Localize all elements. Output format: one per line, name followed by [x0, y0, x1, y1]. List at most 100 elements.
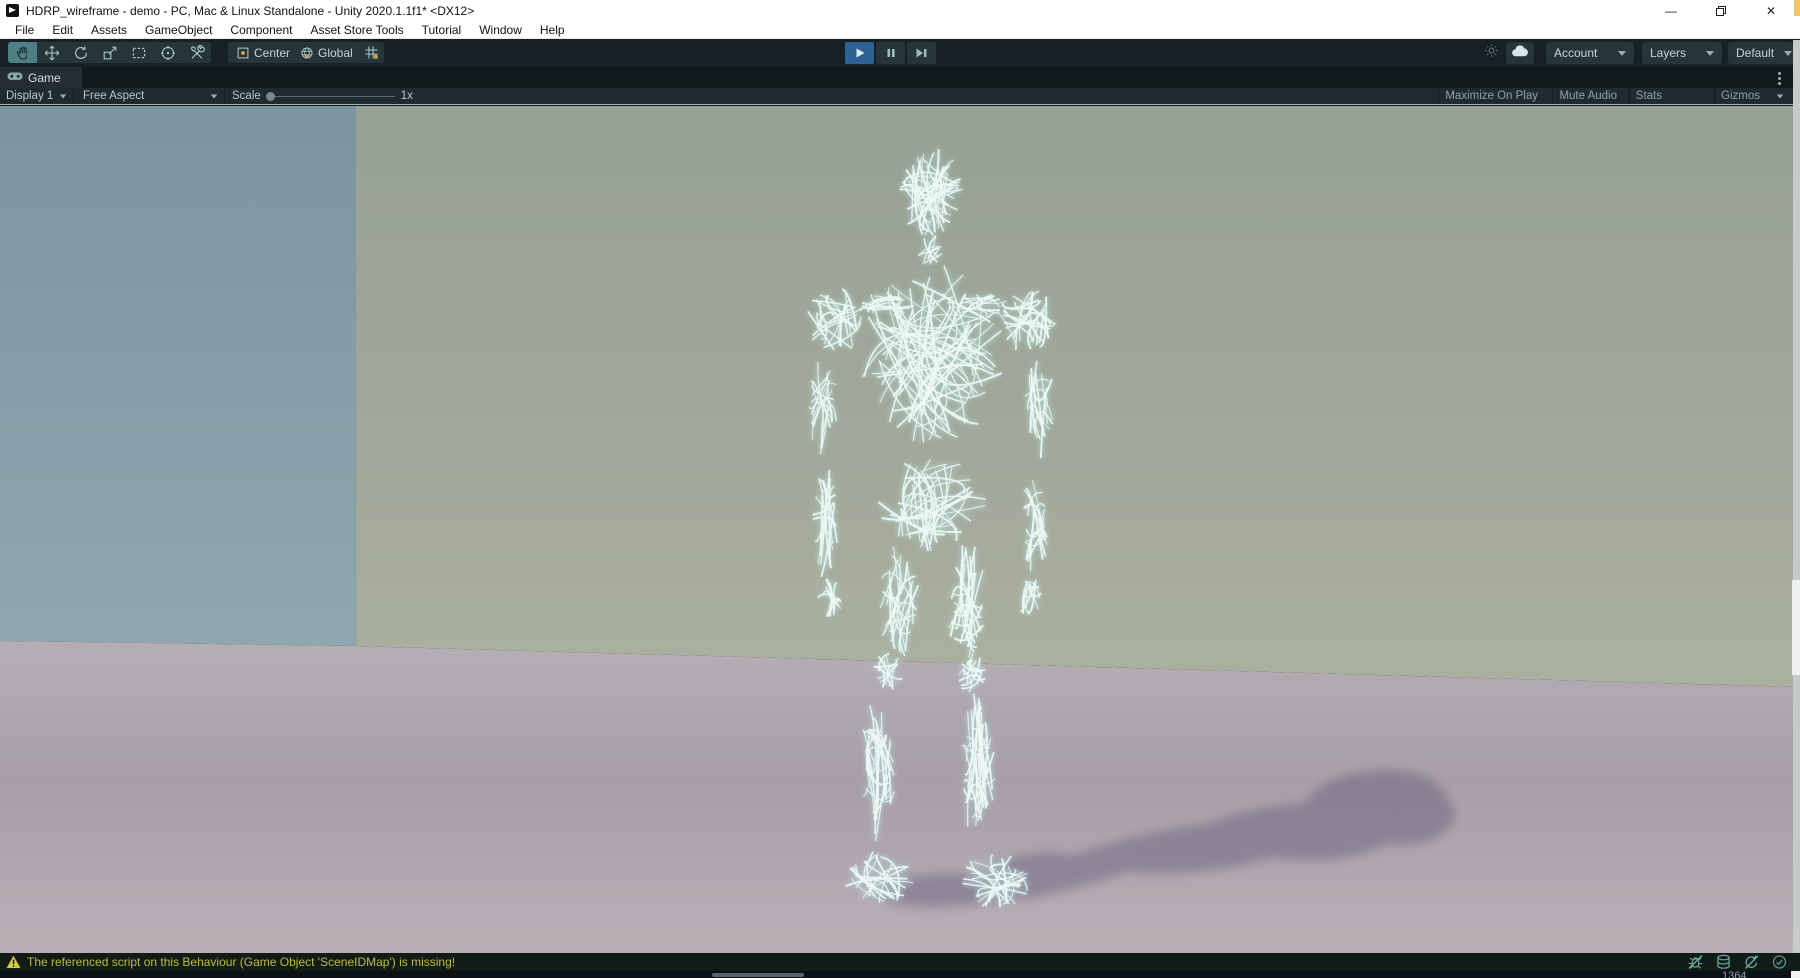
move-tool-icon	[44, 45, 60, 61]
rotation-toggle-button[interactable]: Global	[292, 42, 361, 63]
game-view-toolbar: Display 1 Free Aspect Scale 1x Maximize …	[0, 88, 1800, 105]
scale-control: Scale 1x	[226, 88, 419, 104]
game-tab-label: Game	[28, 71, 61, 85]
move-tool-button[interactable]	[37, 42, 66, 63]
back-wall	[356, 106, 1800, 687]
menu-item-edit[interactable]: Edit	[43, 21, 82, 39]
tab-game[interactable]: Game	[0, 67, 82, 88]
status-bar[interactable]: The referenced script on this Behaviour …	[0, 953, 1800, 971]
display-label: Display 1	[6, 90, 53, 102]
menu-item-window[interactable]: Window	[470, 21, 531, 39]
vertical-scrollbar-thumb[interactable]	[1792, 580, 1800, 675]
account-dropdown[interactable]: Account	[1546, 42, 1634, 64]
warning-icon	[6, 955, 21, 969]
sun-icon[interactable]	[1478, 42, 1504, 64]
pause-icon	[885, 47, 897, 59]
custom-tool-icon	[189, 45, 205, 61]
rotate-tool-button[interactable]	[66, 42, 95, 63]
display-dropdown[interactable]: Display 1	[0, 88, 74, 104]
mute-audio-toggle[interactable]: Mute Audio	[1552, 88, 1623, 104]
scrollbar-corner	[1791, 971, 1800, 978]
aspect-label: Free Aspect	[83, 90, 144, 102]
custom-tool-button[interactable]	[182, 42, 211, 63]
rect-tool-icon	[131, 45, 147, 61]
step-button[interactable]	[907, 42, 936, 64]
scale-value: 1x	[401, 90, 413, 102]
grid-snap-icon	[364, 45, 379, 60]
menu-item-gameobject[interactable]: GameObject	[136, 21, 221, 39]
play-icon	[854, 47, 866, 59]
mute-label: Mute Audio	[1559, 90, 1617, 102]
scale-slider-knob[interactable]	[266, 92, 275, 101]
game-scene	[0, 106, 1800, 953]
floor	[0, 641, 1800, 953]
refresh-disabled-icon[interactable]	[1743, 954, 1760, 970]
menu-item-tutorial[interactable]: Tutorial	[413, 21, 471, 39]
maximize-on-play-toggle[interactable]: Maximize On Play	[1438, 88, 1544, 104]
title-bar: HDRP_wireframe - demo - PC, Mac & Linux …	[0, 0, 1800, 21]
gamepad-icon	[7, 70, 23, 85]
center-pivot-icon	[236, 46, 250, 60]
left-wall	[0, 106, 356, 646]
rotation-label: Global	[318, 46, 353, 60]
global-axis-icon	[300, 46, 314, 60]
bug-disabled-icon[interactable]	[1687, 954, 1704, 970]
window-title: HDRP_wireframe - demo - PC, Mac & Linux …	[26, 4, 474, 18]
close-icon[interactable]: ✕	[1760, 0, 1782, 21]
menu-item-help[interactable]: Help	[531, 21, 574, 39]
bottom-strip: 1364	[0, 971, 1800, 978]
game-viewport[interactable]	[0, 106, 1800, 953]
layout-dropdown[interactable]: Default	[1728, 42, 1794, 64]
console-warning-text: The referenced script on this Behaviour …	[27, 955, 455, 969]
chevron-down-icon	[1618, 51, 1626, 56]
rect-tool-button[interactable]	[124, 42, 153, 63]
kebab-menu-icon[interactable]	[1772, 70, 1786, 86]
chevron-down-icon	[1706, 51, 1714, 56]
chevron-down-icon	[1777, 94, 1783, 98]
cache-server-icon[interactable]	[1715, 954, 1732, 970]
gizmos-label: Gizmos	[1721, 90, 1760, 102]
play-button[interactable]	[845, 42, 874, 64]
menu-item-file[interactable]: File	[6, 21, 43, 39]
layers-dropdown[interactable]: Layers	[1642, 42, 1722, 64]
pause-button[interactable]	[876, 42, 905, 64]
cloud-services-button[interactable]	[1506, 42, 1534, 64]
playmode-controls	[845, 42, 936, 64]
unity-logo-icon	[6, 4, 19, 17]
menu-item-component[interactable]: Component	[221, 21, 301, 39]
tab-row: Game	[0, 67, 1800, 88]
hand-tool-button[interactable]	[8, 42, 37, 63]
horizontal-scrollbar-thumb[interactable]	[712, 973, 804, 977]
main-toolbar: Center Global Account Layers Default	[0, 39, 1800, 67]
minimize-icon[interactable]: —	[1660, 0, 1682, 21]
gizmos-dropdown[interactable]: Gizmos	[1714, 88, 1790, 104]
step-icon	[915, 47, 928, 59]
chevron-down-icon	[211, 94, 217, 98]
maximize-label: Maximize On Play	[1445, 90, 1538, 102]
scale-slider[interactable]	[267, 96, 395, 97]
chevron-down-icon	[1784, 51, 1792, 56]
corner-sliver	[1794, 0, 1800, 16]
grid-snap-button[interactable]	[358, 42, 384, 63]
scale-tool-button[interactable]	[95, 42, 124, 63]
scale-label: Scale	[232, 90, 261, 102]
vertical-scrollbar[interactable]	[1793, 40, 1800, 971]
clipped-count-text: 1364	[1722, 971, 1746, 978]
transform-tool-button[interactable]	[153, 42, 182, 63]
hand-tool-icon	[15, 45, 31, 61]
pivot-toggle-button[interactable]: Center	[228, 42, 298, 63]
cloud-icon	[1511, 44, 1529, 63]
status-icons	[1687, 954, 1788, 970]
rotate-tool-icon	[73, 45, 89, 61]
stats-label: Stats	[1636, 90, 1662, 102]
transform-tool-group	[8, 42, 211, 63]
aspect-dropdown[interactable]: Free Aspect	[77, 88, 225, 104]
stats-toggle[interactable]: Stats	[1629, 88, 1668, 104]
menu-item-asset-store-tools[interactable]: Asset Store Tools	[301, 21, 412, 39]
chevron-down-icon	[60, 94, 66, 98]
pivot-label: Center	[254, 46, 290, 60]
menu-item-assets[interactable]: Assets	[82, 21, 136, 39]
progress-check-icon[interactable]	[1771, 954, 1788, 970]
restore-icon[interactable]	[1710, 0, 1732, 21]
layout-label: Default	[1736, 46, 1774, 60]
